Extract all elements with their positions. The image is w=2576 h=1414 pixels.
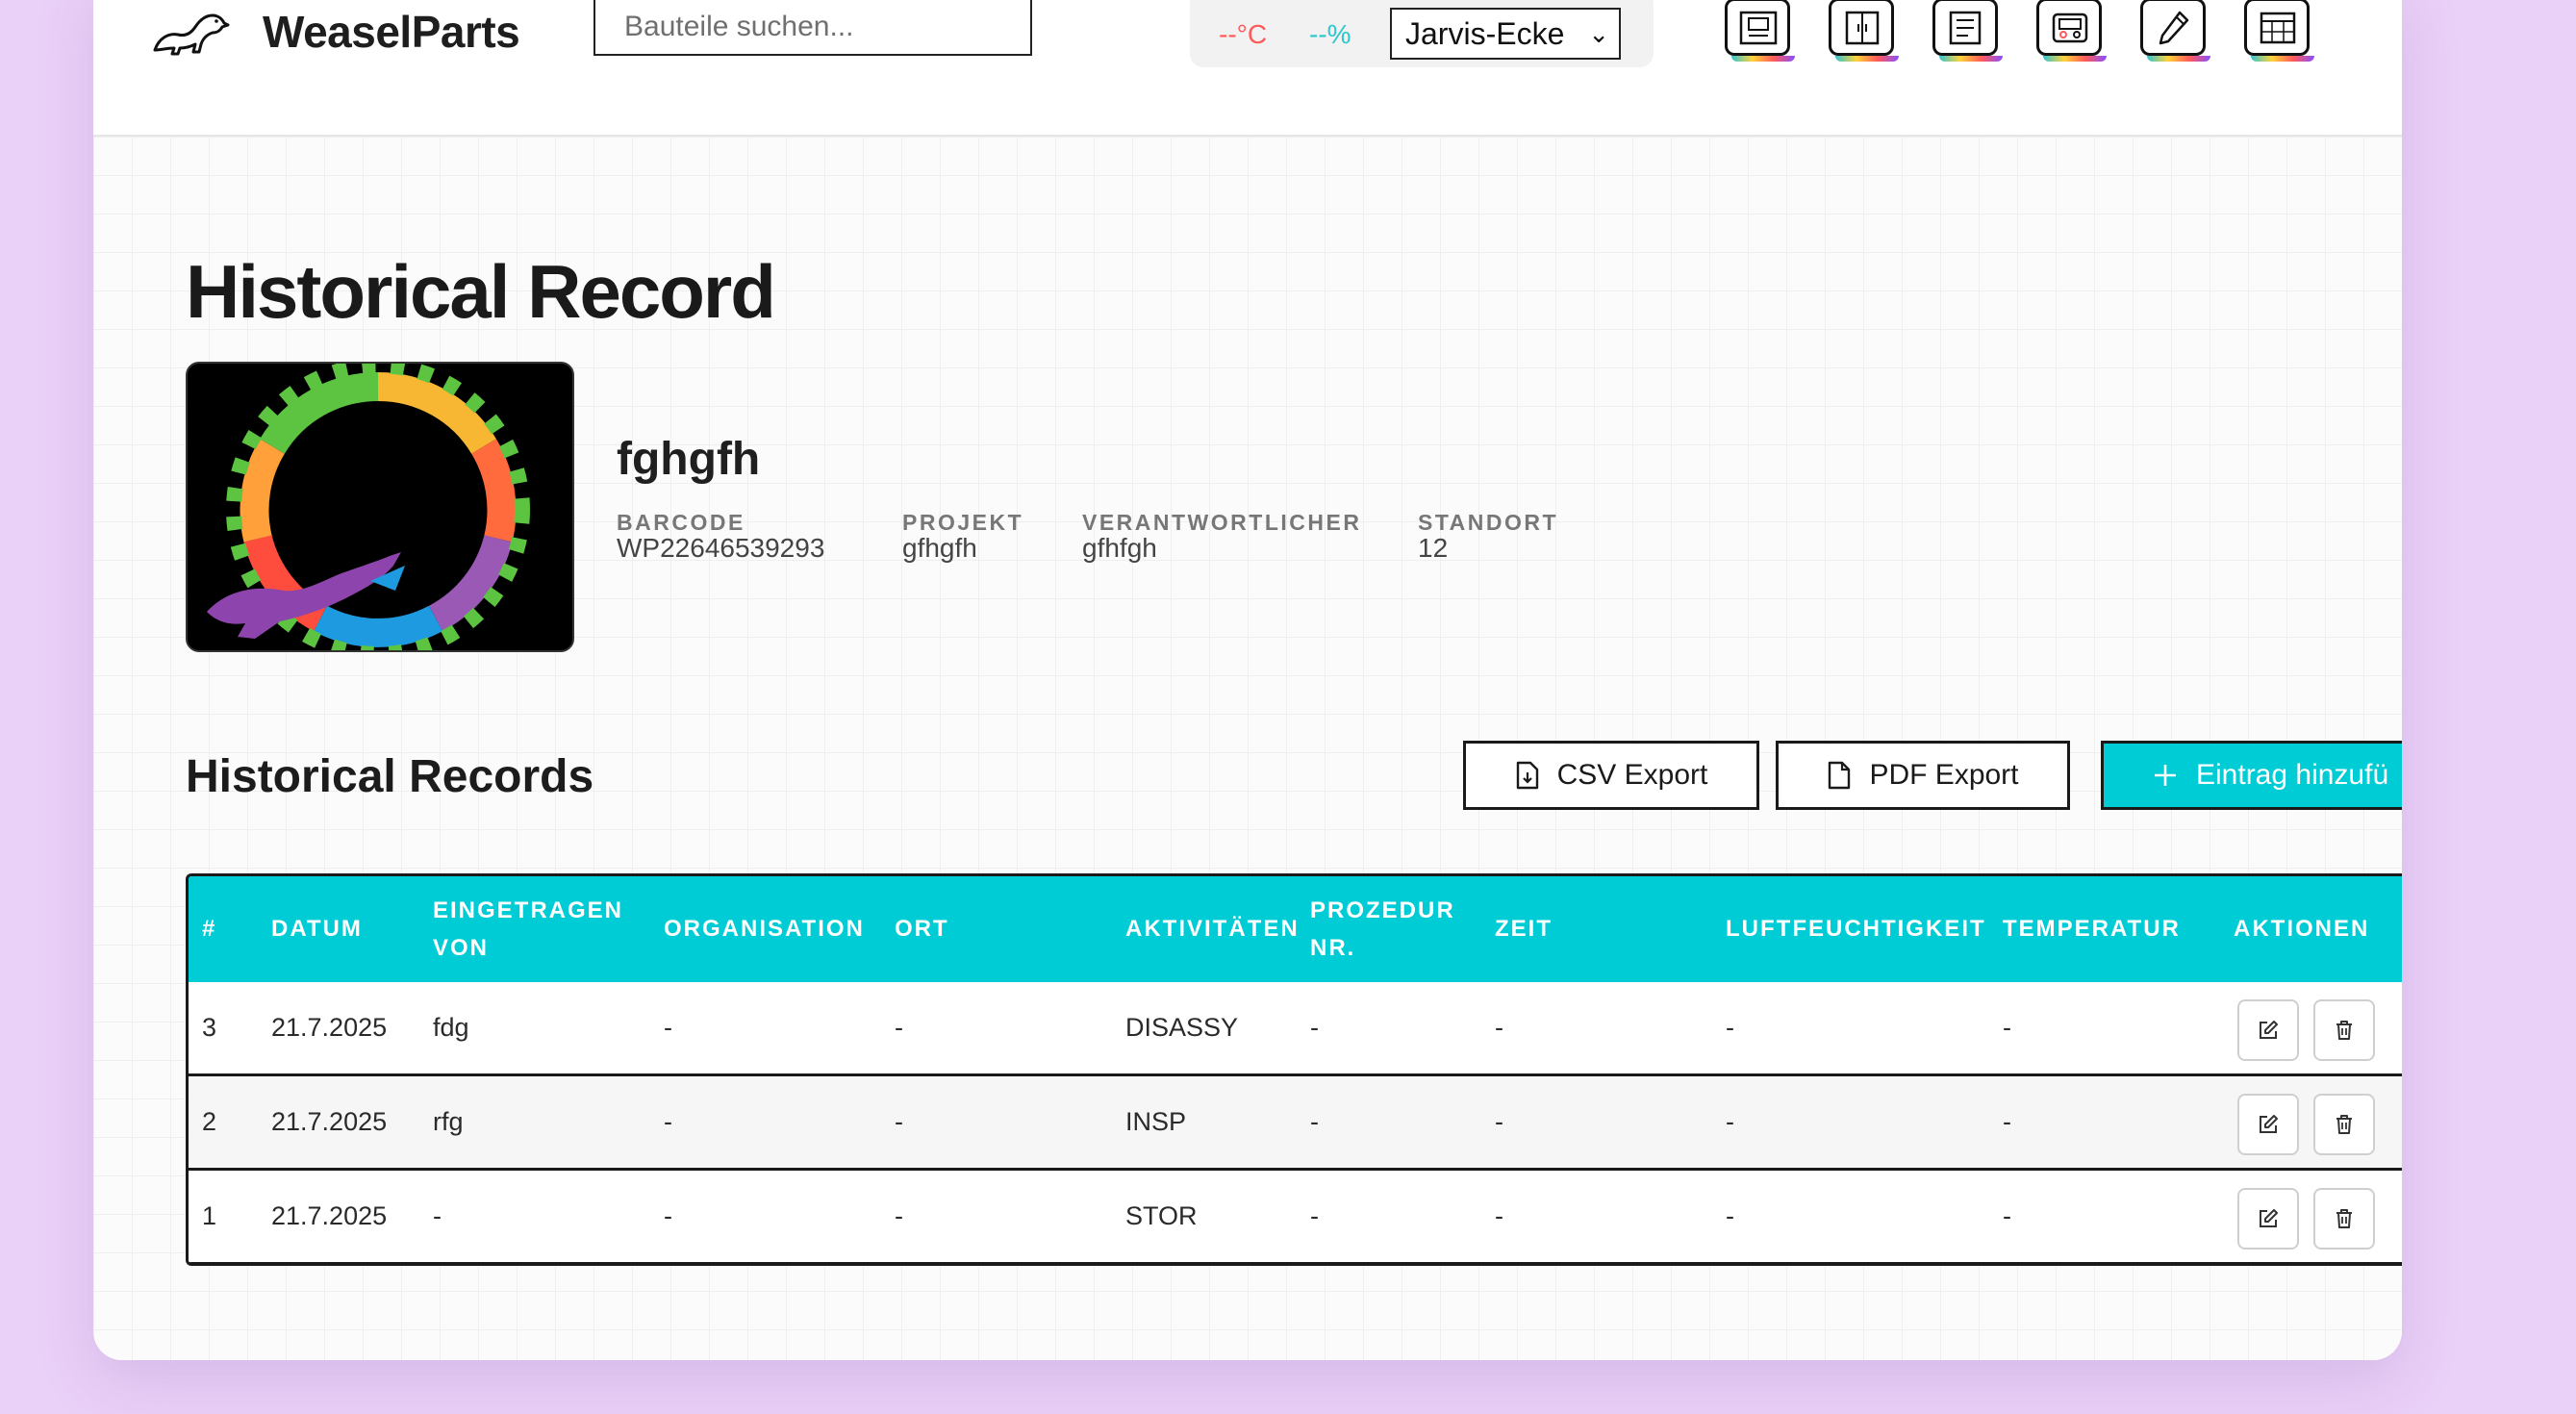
notes-icon[interactable]	[1932, 0, 2003, 62]
barcode-label: BARCODE	[617, 510, 745, 535]
delete-button[interactable]	[2313, 999, 2375, 1061]
cell-time: -	[1495, 1013, 1503, 1042]
cell-temperature: -	[2003, 1013, 2011, 1042]
trash-icon	[2336, 1209, 2352, 1228]
project-label: PROJEKT	[902, 510, 1024, 535]
marker-icon[interactable]	[2140, 0, 2210, 62]
cell-entered-by: fdg	[433, 1013, 469, 1042]
records-section-title: Historical Records	[186, 751, 594, 802]
calendar-icon[interactable]	[2244, 0, 2314, 62]
cell-procedure-no: -	[1310, 1201, 1319, 1230]
trash-icon	[2336, 1115, 2352, 1134]
column-header-humidity: LUFTFEUCHTIGKEIT	[1726, 916, 1986, 942]
table-row: 3 21.7.2025 fdg - - DISASSY - - - -	[189, 982, 2402, 1076]
edit-icon	[2260, 1209, 2278, 1227]
page-title: Historical Record	[186, 249, 776, 334]
column-header-organisation: ORGANISATION	[664, 916, 865, 942]
location-select[interactable]: Jarvis-Ecke ⌄	[1390, 8, 1621, 60]
cell-temperature: -	[2003, 1107, 2011, 1136]
cell-humidity: -	[1726, 1107, 1734, 1136]
gear-weasel-logo-icon	[207, 364, 530, 650]
barcode-value: WP22646539293	[617, 533, 825, 563]
cell-date: 21.7.2025	[271, 1013, 388, 1042]
location-value: 12	[1418, 533, 1449, 563]
cell-activities: STOR	[1125, 1201, 1198, 1230]
temperature-readout: --°C	[1219, 19, 1268, 49]
cell-date: 21.7.2025	[271, 1201, 388, 1230]
column-header-entered-by: EINGETRAGEN VON	[433, 897, 624, 961]
cell-temperature: -	[2003, 1201, 2011, 1230]
edit-icon	[2260, 1115, 2278, 1133]
location-select-value: Jarvis-Ecke	[1405, 16, 1565, 51]
plus-icon	[2155, 765, 2176, 786]
cell-procedure-no: -	[1310, 1107, 1319, 1136]
weasel-logo-icon[interactable]	[149, 0, 232, 58]
column-header-activities: AKTIVITÄTEN	[1125, 916, 1300, 942]
environment-panel: --°C --% Jarvis-Ecke ⌄	[1190, 0, 1654, 67]
table-row: 1 21.7.2025 - - - STOR - - - -	[189, 1171, 2402, 1263]
delete-button[interactable]	[2313, 1094, 2375, 1155]
cell-entered-by: rfg	[433, 1107, 464, 1136]
trash-icon	[2336, 1021, 2352, 1040]
column-header-actions: AKTIONEN	[2234, 916, 2370, 942]
chevron-down-icon: ⌄	[1588, 19, 1609, 48]
column-header-place: ORT	[895, 916, 949, 942]
project-value: gfhgfh	[902, 533, 977, 563]
table-header: # DATUM EINGETRAGEN VON ORGANISATION ORT …	[189, 876, 2402, 985]
csv-export-button[interactable]: CSV Export	[1463, 741, 1759, 810]
responsible-label: VERANTWORTLICHER	[1082, 510, 1362, 535]
responsible-value: gfhfgh	[1082, 533, 1157, 563]
cell-time: -	[1495, 1201, 1503, 1230]
cell-number: 3	[202, 1013, 217, 1042]
cabinet-icon[interactable]	[1829, 0, 1899, 62]
column-header-procedure-no: PROZEDUR NR.	[1310, 897, 1455, 961]
cell-place: -	[895, 1107, 903, 1136]
pdf-export-label: PDF Export	[1869, 759, 2019, 791]
column-header-temperature: TEMPERATUR	[2003, 916, 2181, 942]
table-row: 2 21.7.2025 rfg - - INSP - - - -	[189, 1076, 2402, 1171]
humidity-readout: --%	[1309, 19, 1351, 49]
column-header-time: ZEIT	[1495, 916, 1553, 942]
app-window: WeaselParts --°C --% Jarvis-Ecke ⌄	[93, 0, 2402, 1360]
device-icon[interactable]	[2036, 0, 2107, 62]
cell-procedure-no: -	[1310, 1013, 1319, 1042]
csv-export-label: CSV Export	[1556, 759, 1708, 791]
file-icon	[1829, 761, 1851, 790]
cell-organisation: -	[664, 1201, 672, 1230]
edit-icon	[2260, 1021, 2278, 1039]
cell-humidity: -	[1726, 1013, 1734, 1042]
part-image	[186, 362, 574, 652]
cell-entered-by: -	[433, 1201, 442, 1230]
cell-activities: INSP	[1125, 1107, 1187, 1136]
search-input[interactable]	[593, 0, 1032, 56]
cell-number: 1	[202, 1201, 217, 1230]
parts-catalog-icon[interactable]	[1725, 0, 1795, 62]
cell-organisation: -	[664, 1107, 672, 1136]
cell-activities: DISASSY	[1125, 1013, 1239, 1042]
top-header: WeaselParts --°C --% Jarvis-Ecke ⌄	[93, 0, 2402, 137]
cell-organisation: -	[664, 1013, 672, 1042]
edit-button[interactable]	[2237, 1094, 2299, 1155]
add-entry-label: Eintrag hinzufü	[2196, 759, 2389, 791]
add-entry-button[interactable]: Eintrag hinzufü	[2101, 741, 2402, 810]
app-title[interactable]: WeaselParts	[263, 6, 520, 58]
cell-place: -	[895, 1201, 903, 1230]
pdf-export-button[interactable]: PDF Export	[1776, 741, 2070, 810]
delete-button[interactable]	[2313, 1188, 2375, 1250]
column-header-number: #	[202, 916, 217, 942]
file-download-icon	[1516, 761, 1538, 790]
cell-time: -	[1495, 1107, 1503, 1136]
cell-humidity: -	[1726, 1201, 1734, 1230]
cell-number: 2	[202, 1107, 217, 1136]
cell-place: -	[895, 1013, 903, 1042]
edit-button[interactable]	[2237, 999, 2299, 1061]
edit-button[interactable]	[2237, 1188, 2299, 1250]
column-header-date: DATUM	[271, 916, 363, 942]
location-label: STANDORT	[1418, 510, 1559, 535]
cell-date: 21.7.2025	[271, 1107, 388, 1136]
records-table: # DATUM EINGETRAGEN VON ORGANISATION ORT …	[186, 873, 2402, 1266]
part-name: fghgfh	[617, 434, 761, 485]
